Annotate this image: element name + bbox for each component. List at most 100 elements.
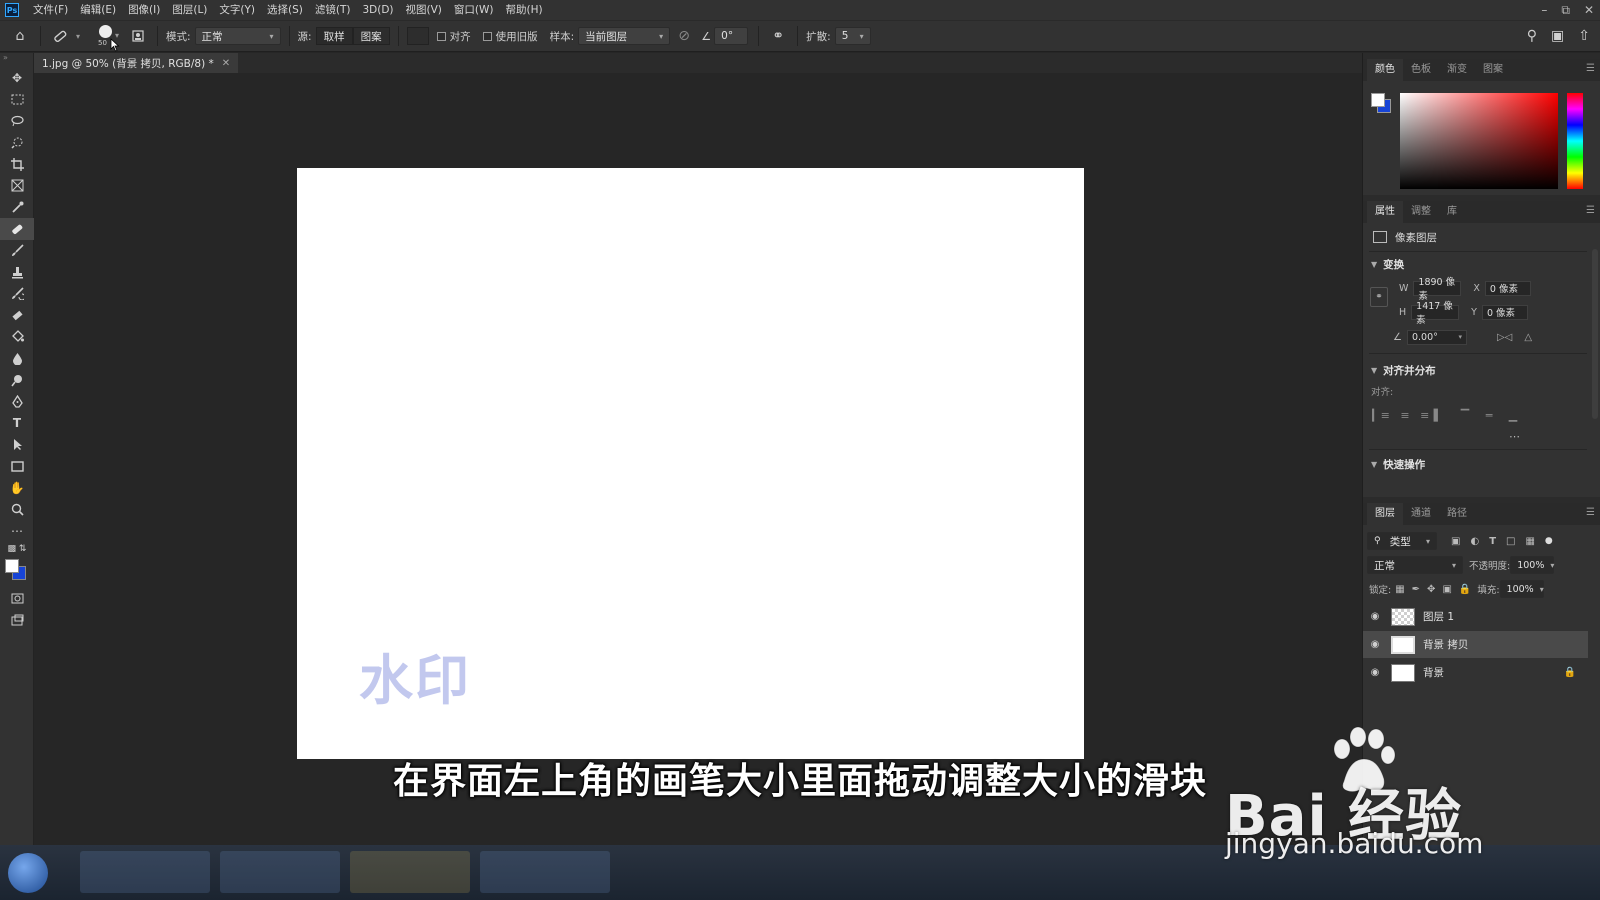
- paint-bucket-tool-icon[interactable]: [0, 326, 34, 348]
- layer-row[interactable]: ◉ 背景 🔒: [1363, 659, 1588, 686]
- properties-scrollbar[interactable]: [1592, 249, 1598, 419]
- menu-type[interactable]: 文字(Y): [213, 0, 261, 20]
- eraser-tool-icon[interactable]: [0, 305, 34, 327]
- filter-smart-object-icon[interactable]: ▦: [1525, 536, 1534, 547]
- menu-help[interactable]: 帮助(H): [500, 0, 549, 20]
- lock-image-icon[interactable]: ✒: [1412, 584, 1420, 595]
- layer-row[interactable]: ◉ 背景 拷贝: [1363, 631, 1588, 658]
- filter-pixel-icon[interactable]: ▣: [1451, 536, 1460, 547]
- brush-settings-icon[interactable]: [127, 29, 149, 43]
- filter-adjustment-icon[interactable]: ◐: [1470, 536, 1479, 547]
- fill-field[interactable]: 100% ▾: [1499, 580, 1544, 598]
- foreground-color-swatch[interactable]: [5, 559, 19, 574]
- panel-menu-icon[interactable]: ☰: [1586, 507, 1595, 518]
- panel-menu-icon[interactable]: ☰: [1586, 63, 1595, 74]
- lasso-tool-icon[interactable]: [0, 110, 34, 132]
- aligned-checkbox[interactable]: 对齐: [436, 29, 471, 44]
- layer-row[interactable]: ◉ 图层 1: [1363, 603, 1588, 630]
- home-icon[interactable]: ⌂: [0, 28, 40, 44]
- tab-patterns[interactable]: 图案: [1475, 59, 1511, 81]
- opacity-field[interactable]: 100% ▾: [1510, 556, 1554, 574]
- tool-preset-chevron-icon[interactable]: ▾: [73, 32, 83, 41]
- taskbar-item[interactable]: [80, 851, 210, 893]
- menu-filter[interactable]: 滤镜(T): [309, 0, 357, 20]
- sampled-button[interactable]: 取样: [315, 27, 353, 45]
- share-icon[interactable]: ⇧: [1578, 28, 1590, 44]
- more-tools-icon[interactable]: ⋯: [0, 520, 34, 542]
- flip-vertical-icon[interactable]: △: [1524, 332, 1532, 343]
- document-tab[interactable]: 1.jpg @ 50% (背景 拷贝, RGB/8) * ✕: [34, 53, 239, 73]
- blend-mode-select[interactable]: 正常 ▾: [1367, 556, 1463, 574]
- x-field[interactable]: 0 像素: [1484, 280, 1531, 296]
- move-tool-icon[interactable]: ✥: [0, 67, 34, 89]
- rectangle-tool-icon[interactable]: [0, 456, 34, 478]
- taskbar-item[interactable]: [480, 851, 610, 893]
- start-button[interactable]: [8, 853, 48, 893]
- default-colors-icon[interactable]: ▩ ⇅: [0, 542, 34, 556]
- sample-select[interactable]: 当前图层 ▾: [578, 27, 671, 45]
- pattern-swatch[interactable]: [406, 27, 429, 45]
- align-section-header[interactable]: ▼ 对齐并分布: [1363, 361, 1600, 379]
- search-icon[interactable]: ⚲: [1527, 28, 1537, 44]
- color-picker-field[interactable]: [1400, 93, 1558, 189]
- menu-edit[interactable]: 编辑(E): [74, 0, 122, 20]
- aligned-checkbox-box[interactable]: [436, 31, 446, 41]
- menu-3d[interactable]: 3D(D): [356, 0, 399, 20]
- y-field[interactable]: 0 像素: [1481, 304, 1528, 320]
- transform-section-header[interactable]: ▼ 变换: [1363, 255, 1600, 273]
- align-vertical-center-icon[interactable]: ═: [1477, 409, 1501, 422]
- menu-layer[interactable]: 图层(L): [166, 0, 213, 20]
- frame-tool-icon[interactable]: [0, 175, 34, 197]
- pattern-button[interactable]: 图案: [352, 27, 390, 45]
- more-options-icon[interactable]: ⋯: [1509, 430, 1520, 443]
- type-tool-icon[interactable]: T: [0, 413, 34, 435]
- align-horizontal-center-icon[interactable]: ≡: [1393, 409, 1417, 422]
- close-document-icon[interactable]: ✕: [222, 58, 230, 69]
- ignore-adjustment-layers-icon[interactable]: ⊘: [670, 28, 698, 44]
- tab-properties[interactable]: 属性: [1367, 201, 1403, 223]
- path-selection-tool-icon[interactable]: [0, 434, 34, 456]
- panel-menu-icon[interactable]: ☰: [1586, 205, 1595, 216]
- angle-field[interactable]: 0°: [714, 27, 749, 45]
- mode-select[interactable]: 正常 ▾: [194, 27, 281, 45]
- tab-libraries[interactable]: 库: [1439, 201, 1465, 223]
- lock-icon[interactable]: 🔒: [1564, 667, 1576, 678]
- pressure-size-icon[interactable]: ⚭: [767, 28, 789, 44]
- color-swatches[interactable]: [0, 556, 34, 588]
- tab-channels[interactable]: 通道: [1403, 503, 1439, 525]
- workspace-icon[interactable]: ▣: [1551, 28, 1564, 44]
- hand-tool-icon[interactable]: ✋: [0, 477, 34, 499]
- close-icon[interactable]: ✕: [1584, 3, 1594, 17]
- layer-filter-select[interactable]: ⚲ 类型 ▾: [1367, 532, 1437, 550]
- history-brush-tool-icon[interactable]: [0, 283, 34, 305]
- tab-swatches[interactable]: 色板: [1403, 59, 1439, 81]
- healing-brush-tool-icon[interactable]: [47, 28, 73, 44]
- flip-horizontal-icon[interactable]: ▷◁: [1497, 332, 1512, 343]
- collapse-toolbar-icon[interactable]: »: [0, 53, 33, 67]
- screen-mode-icon[interactable]: [0, 610, 34, 632]
- tab-paths[interactable]: 路径: [1439, 503, 1475, 525]
- pen-tool-icon[interactable]: [0, 391, 34, 413]
- height-field[interactable]: 1417 像素: [1411, 301, 1460, 326]
- width-field[interactable]: 1890 像素: [1413, 277, 1462, 302]
- restore-icon[interactable]: ⧉: [1561, 3, 1570, 18]
- align-bottom-icon[interactable]: ▁: [1501, 409, 1525, 422]
- quick-mask-icon[interactable]: [0, 588, 34, 610]
- brush-tool-icon[interactable]: [0, 240, 34, 262]
- foreground-color-swatch[interactable]: [1371, 93, 1385, 107]
- visibility-eye-icon[interactable]: ◉: [1363, 611, 1387, 622]
- menu-file[interactable]: 文件(F): [27, 0, 74, 20]
- quick-actions-section-header[interactable]: ▼ 快速操作: [1363, 455, 1600, 473]
- visibility-eye-icon[interactable]: ◉: [1363, 667, 1387, 678]
- taskbar-item[interactable]: [350, 851, 470, 893]
- lock-artboard-icon[interactable]: ▣: [1442, 584, 1451, 595]
- crop-tool-icon[interactable]: [0, 153, 34, 175]
- diffusion-select[interactable]: 5 ▾: [834, 27, 871, 45]
- brush-size-picker[interactable]: 50 ▾: [93, 20, 123, 52]
- clone-stamp-tool-icon[interactable]: [0, 261, 34, 283]
- healing-brush-tool-icon[interactable]: [0, 218, 34, 240]
- align-top-icon[interactable]: ▔: [1453, 409, 1477, 422]
- visibility-eye-icon[interactable]: ◉: [1363, 639, 1387, 650]
- use-legacy-checkbox[interactable]: 使用旧版: [482, 29, 538, 44]
- filter-type-icon[interactable]: T: [1489, 536, 1496, 547]
